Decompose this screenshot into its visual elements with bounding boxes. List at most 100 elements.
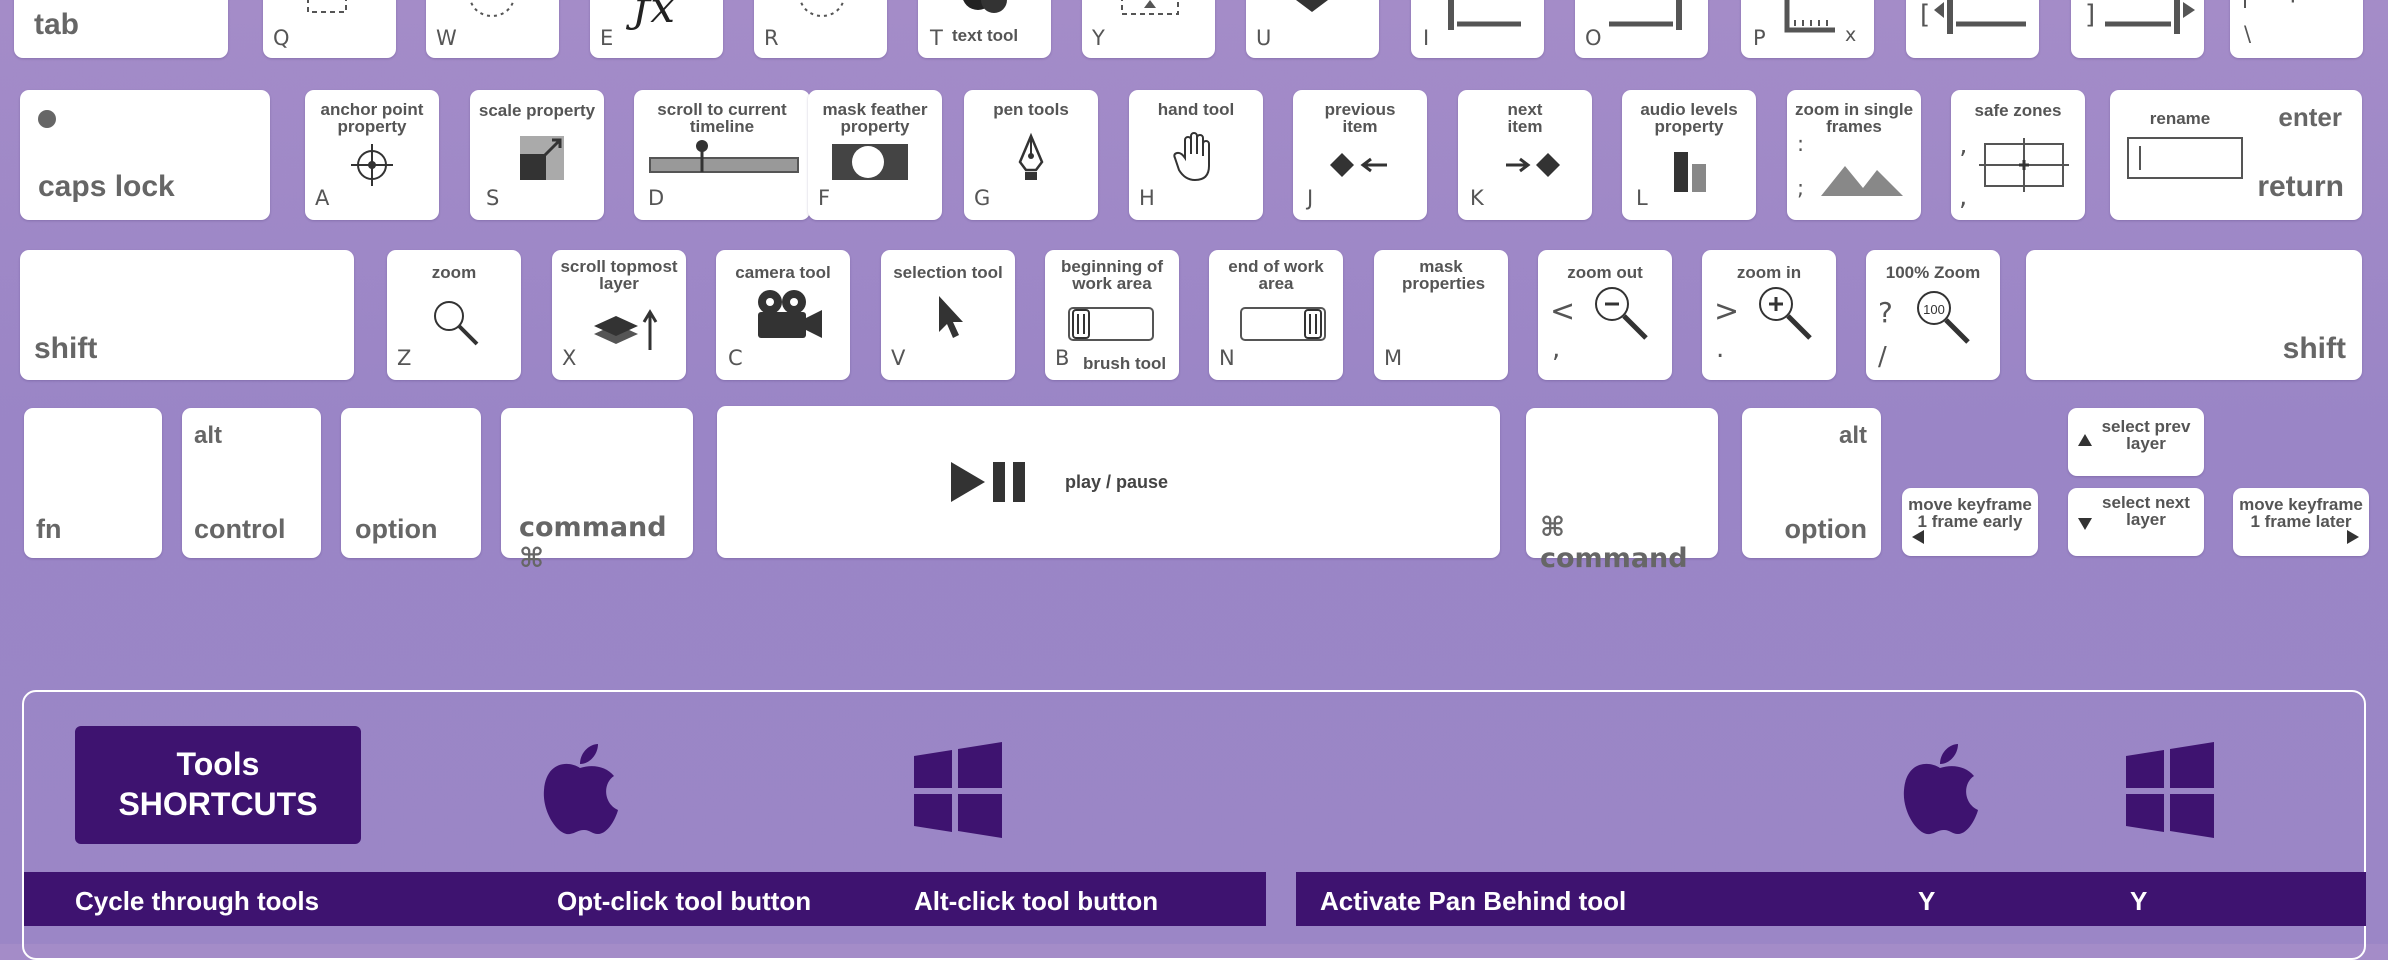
- caps-lock-label: caps lock: [38, 170, 175, 203]
- arrow-up-label: select prev layer: [2101, 417, 2191, 453]
- x-key-label: scroll topmost layer: [560, 257, 678, 293]
- slash-key-label: 100% Zoom: [1885, 263, 1981, 282]
- shortcut-action-left: Cycle through tools: [75, 886, 320, 916]
- f-key[interactable]: mask feather property F: [808, 90, 942, 220]
- caps-lock-key[interactable]: caps lock: [20, 90, 270, 220]
- shift-left-key[interactable]: shift: [20, 250, 354, 380]
- mask-feather-icon: [832, 144, 908, 180]
- j-key-letter: J: [1307, 186, 1314, 210]
- comma-key[interactable]: zoom out < ,: [1538, 250, 1672, 380]
- lbracket-key-symbol: [: [1920, 0, 1931, 30]
- position-property-icon: [1784, 0, 1835, 33]
- comma-key-symbol: ,: [1552, 334, 1561, 364]
- j-key-label: previous item: [1324, 100, 1396, 136]
- c-key-label: camera tool: [735, 263, 831, 282]
- rbracket-key[interactable]: ]: [2071, 0, 2204, 58]
- p-key[interactable]: P x: [1741, 0, 1874, 58]
- backslash-key[interactable]: panel \: [2230, 0, 2363, 58]
- a-key-letter: A: [315, 186, 330, 210]
- zoom-100-text: 100: [1923, 302, 1945, 317]
- h-key[interactable]: hand tool H: [1129, 90, 1263, 220]
- w-key[interactable]: W: [426, 0, 559, 58]
- arrow-left-key[interactable]: move keyframe 1 frame early: [1902, 488, 2038, 556]
- option-left-key[interactable]: option: [341, 408, 481, 558]
- arrow-up-key[interactable]: select prev layer: [2068, 408, 2204, 476]
- k-key-label: next item: [1507, 100, 1543, 136]
- play-pause-icon: [951, 462, 1025, 502]
- fn-key[interactable]: fn: [24, 408, 162, 558]
- semicolon-symbol: ;: [1797, 176, 1805, 200]
- h-key-letter: H: [1139, 186, 1155, 210]
- n-key[interactable]: end of work area N: [1209, 250, 1343, 380]
- z-key[interactable]: zoom Z: [387, 250, 521, 380]
- lbracket-key[interactable]: [: [1906, 0, 2039, 58]
- work-area-end-icon: [1240, 307, 1326, 341]
- option-right-label: option: [1784, 514, 1867, 544]
- shift-right-label: shift: [2282, 332, 2346, 365]
- windows-logo-icon: [914, 742, 1002, 838]
- control-key[interactable]: alt control: [182, 408, 321, 558]
- u-key-letter: U: [1256, 26, 1272, 50]
- v-key[interactable]: selection tool V: [881, 250, 1015, 380]
- badge-line1: Tools: [176, 746, 260, 782]
- n-key-label: end of work area: [1228, 257, 1324, 293]
- anchor-point-icon: [351, 144, 393, 186]
- option-right-key[interactable]: alt option: [1742, 408, 1881, 558]
- next-keyframe-icon: [1506, 153, 1560, 177]
- z-key-label: zoom: [431, 263, 477, 282]
- n-key-letter: N: [1219, 346, 1235, 370]
- arrow-right-key[interactable]: move keyframe 1 frame later: [2233, 488, 2369, 556]
- e-key[interactable]: ƒx E: [590, 0, 723, 58]
- command-right-key[interactable]: ⌘ command: [1526, 408, 1718, 574]
- camera-icon: [758, 290, 822, 338]
- q-key[interactable]: Q: [263, 0, 396, 58]
- arrow-down-key[interactable]: select next layer: [2068, 488, 2204, 556]
- rbracket-key-symbol: ]: [2085, 0, 2096, 30]
- x-key[interactable]: scroll topmost layer X: [552, 250, 686, 380]
- text-tool-icon: [963, 0, 1007, 13]
- b-key[interactable]: beginning of work area B brush tool: [1045, 250, 1179, 380]
- shortcut-action-right: Activate Pan Behind tool: [1320, 886, 1627, 916]
- audio-levels-icon: [1674, 152, 1706, 192]
- z-key-letter: Z: [397, 346, 412, 370]
- lt-symbol: <: [1550, 294, 1576, 329]
- i-key[interactable]: I: [1411, 0, 1544, 58]
- rename-label: rename: [2149, 109, 2211, 128]
- tab-key[interactable]: tab: [14, 0, 228, 58]
- command-left-key[interactable]: command ⌘: [501, 408, 693, 574]
- alt-left-label: alt: [194, 422, 223, 449]
- k-key[interactable]: next item K: [1458, 90, 1592, 220]
- u-key[interactable]: U: [1246, 0, 1379, 58]
- topmost-layer-icon: [594, 309, 658, 350]
- g-key[interactable]: pen tools G: [964, 90, 1098, 220]
- quote-key[interactable]: safe zones ’ ,: [1951, 90, 2085, 220]
- pipe-symbol: [2244, 0, 2246, 8]
- o-key[interactable]: O: [1575, 0, 1708, 58]
- semicolon-key[interactable]: zoom in single frames : ;: [1787, 90, 1921, 220]
- d-key[interactable]: scroll to current timeline D: [634, 90, 810, 220]
- f-key-label: mask feather property: [822, 100, 928, 136]
- l-key[interactable]: audio levels property L: [1622, 90, 1756, 220]
- period-key-symbol: .: [1716, 334, 1725, 364]
- y-key[interactable]: Y: [1082, 0, 1215, 58]
- v-key-label: selection tool: [893, 263, 1003, 282]
- c-key[interactable]: camera tool C: [716, 250, 850, 380]
- t-key-label: text tool: [952, 26, 1019, 45]
- period-key[interactable]: zoom in > .: [1702, 250, 1836, 380]
- slash-key[interactable]: 100% Zoom ? / 100: [1866, 250, 2000, 380]
- arrow-left-icon: [1912, 530, 1924, 544]
- badge-line2: SHORTCUTS: [118, 786, 318, 822]
- spacebar-key[interactable]: play / pause: [717, 406, 1500, 558]
- quote-symbol: ’: [1959, 146, 1968, 176]
- b-key-label: beginning of work area: [1061, 257, 1163, 293]
- j-key[interactable]: previous item J: [1293, 90, 1427, 220]
- r-key[interactable]: R: [754, 0, 887, 58]
- d-key-letter: D: [648, 186, 665, 210]
- a-key[interactable]: anchor point property A: [305, 90, 439, 220]
- m-key[interactable]: mask properties M: [1374, 250, 1508, 380]
- s-key[interactable]: scale property S: [470, 90, 604, 220]
- return-key[interactable]: enter return rename: [2110, 90, 2362, 220]
- semicolon-key-label: zoom in single frames: [1794, 100, 1914, 136]
- t-key[interactable]: T text tool: [918, 0, 1051, 58]
- shift-right-key[interactable]: shift: [2026, 250, 2362, 380]
